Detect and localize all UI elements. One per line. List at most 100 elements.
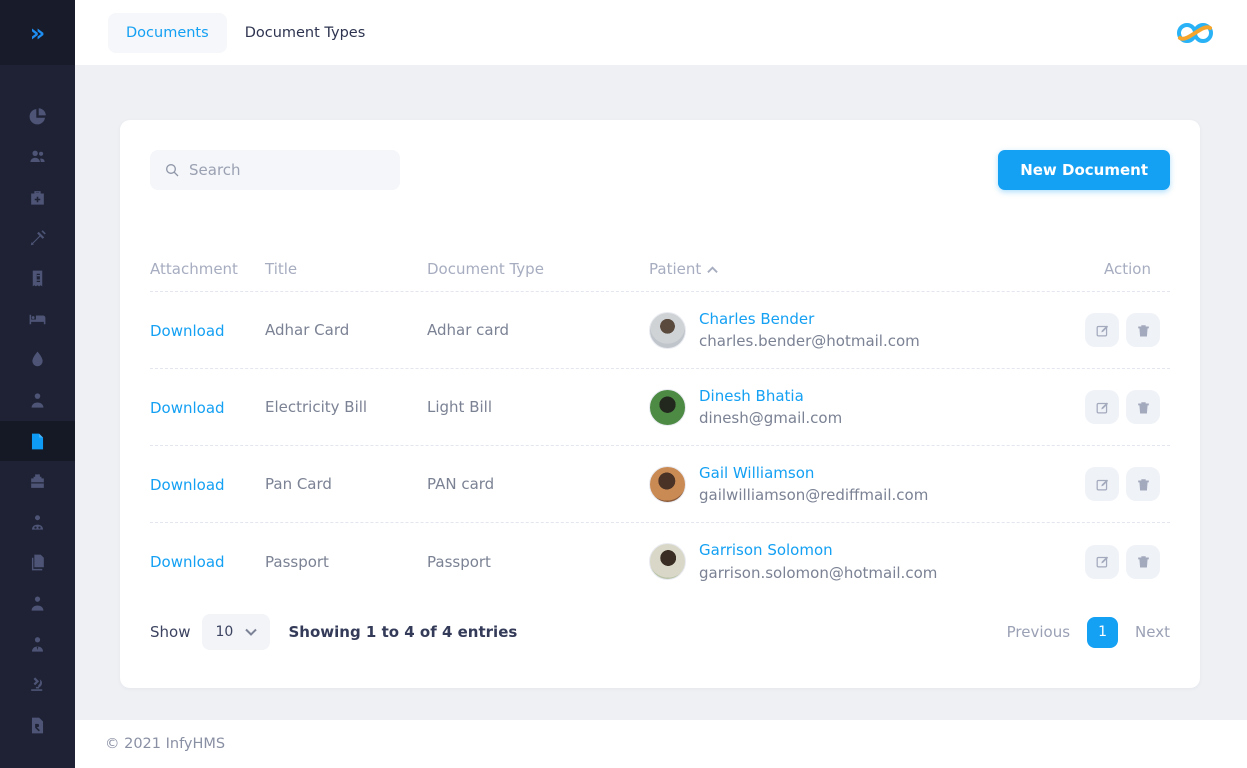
column-header-document-type[interactable]: Document Type: [427, 260, 649, 278]
delete-button[interactable]: [1126, 390, 1160, 424]
sidebar-item-staff[interactable]: [0, 583, 75, 624]
patient-avatar: [649, 389, 686, 426]
edit-button[interactable]: [1085, 390, 1119, 424]
edit-icon: [1095, 477, 1110, 492]
edit-icon: [1095, 554, 1110, 569]
document-type: Passport: [427, 553, 649, 571]
table-row: Download Adhar Card Adhar card Charles B…: [150, 292, 1170, 369]
sidebar-menu: [0, 65, 75, 737]
column-header-patient[interactable]: Patient: [649, 260, 1085, 278]
sidebar-item-blood-bank[interactable]: [0, 340, 75, 381]
column-header-attachment[interactable]: Attachment: [150, 260, 265, 278]
patient-name-link[interactable]: Charles Bender: [699, 310, 814, 328]
sidebar-item-patient-cases[interactable]: [0, 380, 75, 421]
patient-icon: [28, 391, 47, 410]
patient-email: garrison.solomon@hotmail.com: [699, 562, 937, 585]
patient-avatar: [649, 312, 686, 349]
patient-cell: Charles Bender charles.bender@hotmail.co…: [649, 308, 1085, 353]
patient-email: dinesh@gmail.com: [699, 407, 842, 430]
new-document-button[interactable]: New Document: [998, 150, 1170, 190]
sidebar-item-billing[interactable]: [0, 258, 75, 299]
sidebar-item-medical-kit[interactable]: [0, 177, 75, 218]
prescription-icon: [28, 716, 47, 735]
document-title: Pan Card: [265, 475, 427, 493]
microscope-icon: [28, 675, 47, 694]
trash-icon: [1136, 323, 1151, 338]
syringe-icon: [28, 229, 47, 248]
pagination: Previous 1 Next: [1007, 617, 1170, 648]
patient-name-link[interactable]: Gail Williamson: [699, 464, 814, 482]
edit-button[interactable]: [1085, 545, 1119, 579]
table-row: Download Pan Card PAN card Gail Williams…: [150, 446, 1170, 523]
previous-page-button[interactable]: Previous: [1007, 623, 1070, 641]
sidebar-item-documents[interactable]: [0, 421, 75, 462]
sidebar-item-injections[interactable]: [0, 218, 75, 259]
card-toolbar: New Document: [150, 150, 1170, 190]
download-link[interactable]: Download: [150, 476, 225, 494]
patient-name-link[interactable]: Dinesh Bhatia: [699, 387, 804, 405]
sort-asc-icon: [707, 260, 718, 278]
sidebar-toggle-button[interactable]: »: [0, 0, 75, 65]
patient-cell: Gail Williamson gailwilliamson@rediffmai…: [649, 462, 1085, 507]
medical-kit-icon: [28, 188, 47, 207]
patient-name-link[interactable]: Garrison Solomon: [699, 541, 833, 559]
sidebar-item-dashboard[interactable]: [0, 96, 75, 137]
sidebar-item-accountants[interactable]: [0, 624, 75, 665]
trash-icon: [1136, 554, 1151, 569]
sidebar-item-doctors[interactable]: [0, 502, 75, 543]
sidebar-item-bed-management[interactable]: [0, 299, 75, 340]
page-footer: © 2021 InfyHMS: [75, 720, 1247, 768]
document-title: Adhar Card: [265, 321, 427, 339]
document-title: Passport: [265, 553, 427, 571]
tab-document-types[interactable]: Document Types: [227, 13, 384, 53]
search-icon: [164, 162, 180, 178]
user-tie-icon: [28, 635, 47, 654]
sidebar-item-pathology[interactable]: [0, 664, 75, 705]
tab-documents[interactable]: Documents: [108, 13, 227, 53]
patient-avatar: [649, 543, 686, 580]
topbar: Documents Document Types: [75, 0, 1247, 65]
table-row: Download Electricity Bill Light Bill Din…: [150, 369, 1170, 446]
next-page-button[interactable]: Next: [1135, 623, 1170, 641]
search-box: [150, 150, 400, 190]
blood-drop-icon: [28, 350, 47, 369]
main-content: New Document Attachment Title Document T…: [75, 65, 1247, 720]
edit-button[interactable]: [1085, 467, 1119, 501]
invoice-dollar-icon: [28, 269, 47, 288]
document-title: Electricity Bill: [265, 398, 427, 416]
page-size-select[interactable]: 10: [202, 614, 270, 650]
table-header: Attachment Title Document Type Patient A…: [150, 246, 1170, 292]
patient-email: charles.bender@hotmail.com: [699, 330, 920, 353]
document-icon: [28, 432, 47, 451]
documents-card: New Document Attachment Title Document T…: [120, 120, 1200, 688]
edit-button[interactable]: [1085, 313, 1119, 347]
delete-button[interactable]: [1126, 313, 1160, 347]
double-chevron-right-icon: »: [30, 21, 46, 45]
patient-avatar: [649, 466, 686, 503]
patient-email: gailwilliamson@rediffmail.com: [699, 484, 928, 507]
doctor-icon: [28, 513, 47, 532]
patient-cell: Garrison Solomon garrison.solomon@hotmai…: [649, 539, 1085, 584]
users-icon: [28, 147, 47, 166]
copyright-text: © 2021 InfyHMS: [105, 736, 225, 752]
edit-icon: [1095, 400, 1110, 415]
download-link[interactable]: Download: [150, 399, 225, 417]
delete-button[interactable]: [1126, 545, 1160, 579]
delete-button[interactable]: [1126, 467, 1160, 501]
column-header-title[interactable]: Title: [265, 260, 427, 278]
sidebar-item-prescriptions[interactable]: [0, 705, 75, 737]
chevron-down-icon: [245, 628, 257, 636]
current-page-button[interactable]: 1: [1087, 617, 1118, 648]
sidebar-item-medicines[interactable]: [0, 461, 75, 502]
download-link[interactable]: Download: [150, 553, 225, 571]
sidebar-item-reports[interactable]: [0, 543, 75, 584]
document-type: Adhar card: [427, 321, 649, 339]
documents-table: Attachment Title Document Type Patient A…: [150, 246, 1170, 600]
trash-icon: [1136, 400, 1151, 415]
search-input[interactable]: [189, 161, 386, 179]
sidebar-item-patients[interactable]: [0, 137, 75, 178]
download-link[interactable]: Download: [150, 322, 225, 340]
page-size-value: 10: [215, 624, 233, 640]
trash-icon: [1136, 477, 1151, 492]
medicine-box-icon: [28, 472, 47, 491]
